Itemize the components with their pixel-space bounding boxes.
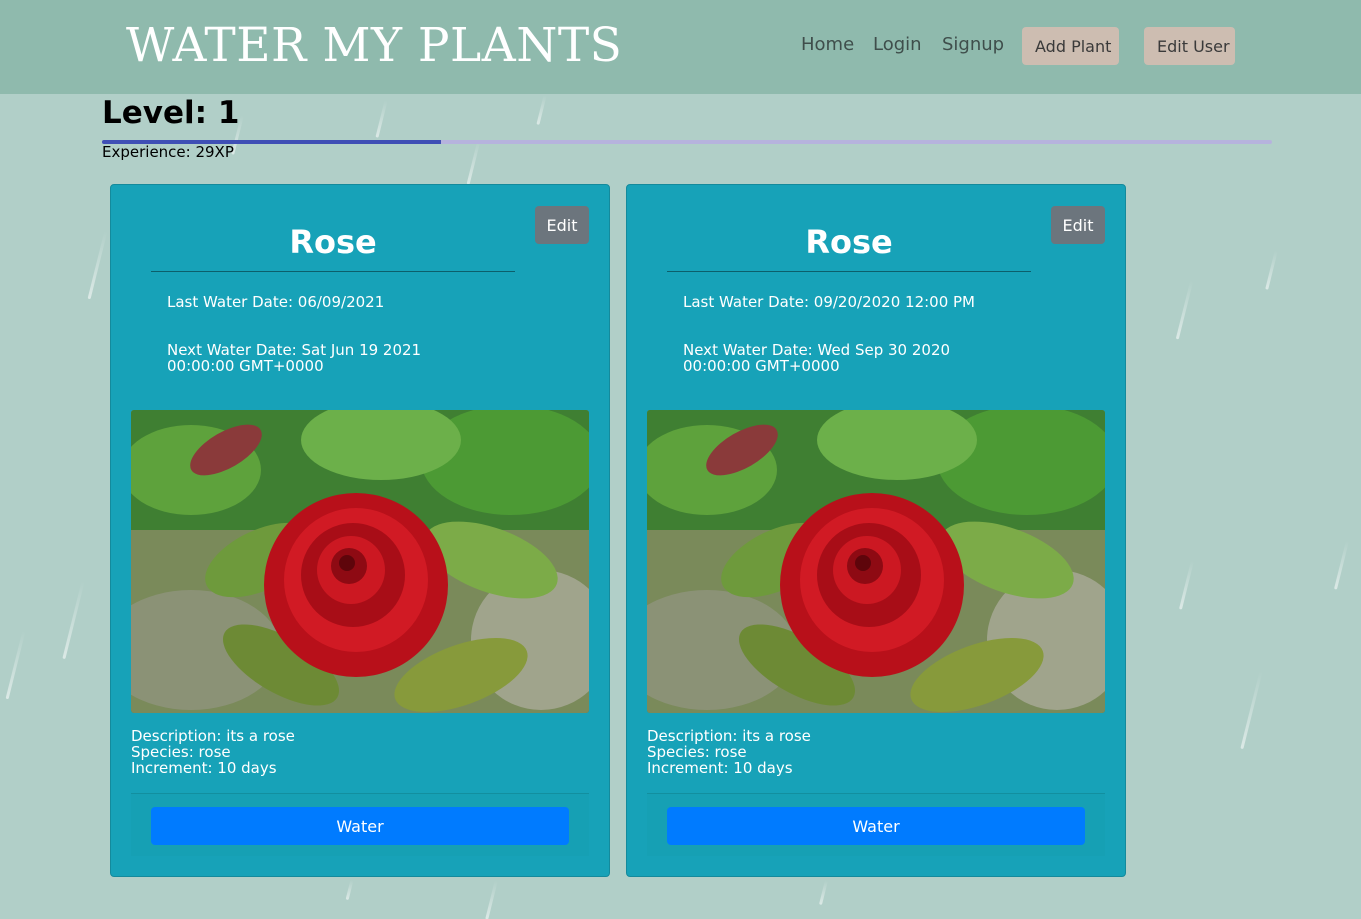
level-heading: Level: 1 xyxy=(102,95,240,131)
edit-user-button[interactable]: Edit User xyxy=(1144,27,1235,65)
top-navbar: WATER MY PLANTS Home Login Signup Add Pl… xyxy=(0,0,1361,94)
plant-name: Rose xyxy=(289,223,377,261)
title-divider xyxy=(151,271,515,272)
card-footer: Water xyxy=(647,793,1105,856)
plant-card: Edit Rose Last Water Date: 06/09/2021 Ne… xyxy=(110,184,610,877)
plant-details: Description: its a rose Species: rose In… xyxy=(131,728,295,776)
nav-signup-link[interactable]: Signup xyxy=(942,34,1004,55)
edit-plant-button[interactable]: Edit xyxy=(535,206,589,244)
card-footer: Water xyxy=(131,793,589,856)
plant-description: Description: its a rose xyxy=(647,727,811,745)
nav-home-link[interactable]: Home xyxy=(801,34,854,55)
plant-increment: Increment: 10 days xyxy=(647,759,793,777)
plant-card: Edit Rose Last Water Date: 09/20/2020 12… xyxy=(626,184,1126,877)
plant-name: Rose xyxy=(805,223,893,261)
experience-progress-bar xyxy=(102,140,1272,144)
title-divider xyxy=(667,271,1031,272)
water-button[interactable]: Water xyxy=(151,807,569,845)
edit-plant-button[interactable]: Edit xyxy=(1051,206,1105,244)
last-water-date: Last Water Date: 09/20/2020 12:00 PM xyxy=(683,293,976,311)
rose-image xyxy=(131,410,589,713)
plant-species: Species: rose xyxy=(647,743,747,761)
plant-species: Species: rose xyxy=(131,743,231,761)
last-water-date: Last Water Date: 06/09/2021 xyxy=(167,293,385,311)
water-button[interactable]: Water xyxy=(667,807,1085,845)
plant-increment: Increment: 10 days xyxy=(131,759,277,777)
plant-details: Description: its a rose Species: rose In… xyxy=(647,728,811,776)
add-plant-button[interactable]: Add Plant xyxy=(1022,27,1119,65)
experience-text: Experience: 29XP xyxy=(102,143,234,161)
next-water-date: Next Water Date: Wed Sep 30 2020 00:00:0… xyxy=(683,341,951,375)
next-water-date: Next Water Date: Sat Jun 19 2021 00:00:0… xyxy=(167,341,422,375)
site-brand[interactable]: WATER MY PLANTS xyxy=(126,18,622,73)
nav-login-link[interactable]: Login xyxy=(873,34,922,55)
rose-image xyxy=(647,410,1105,713)
plant-description: Description: its a rose xyxy=(131,727,295,745)
